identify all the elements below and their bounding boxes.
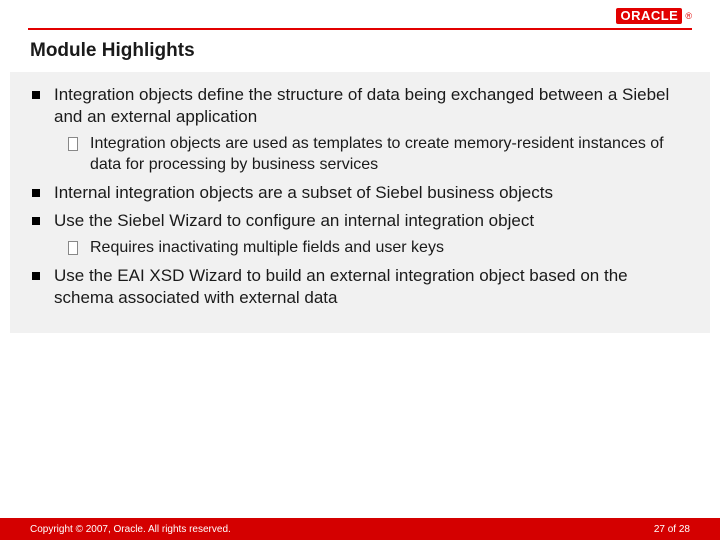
box-bullet-icon bbox=[68, 241, 78, 255]
oracle-logo: ORACLE ® bbox=[616, 8, 692, 24]
list-item-text: Internal integration objects are a subse… bbox=[54, 182, 688, 204]
list-item: Use the Siebel Wizard to configure an in… bbox=[32, 210, 688, 232]
list-item-text: Integration objects define the structure… bbox=[54, 84, 688, 128]
copyright-text: Copyright © 2007, Oracle. All rights res… bbox=[30, 524, 231, 535]
list-item: Integration objects define the structure… bbox=[32, 84, 688, 128]
list-item: Integration objects are used as template… bbox=[68, 134, 688, 176]
header-divider bbox=[28, 28, 692, 30]
list-item-text: Requires inactivating multiple fields an… bbox=[90, 238, 688, 259]
footer: Copyright © 2007, Oracle. All rights res… bbox=[0, 518, 720, 540]
list-item-text: Integration objects are used as template… bbox=[90, 134, 688, 176]
box-bullet-icon bbox=[68, 137, 78, 151]
list-item-text: Use the Siebel Wizard to configure an in… bbox=[54, 210, 688, 232]
header: ORACLE ® bbox=[0, 0, 720, 28]
square-bullet-icon bbox=[32, 272, 40, 280]
list-item-text: Use the EAI XSD Wizard to build an exter… bbox=[54, 265, 688, 309]
content-panel: Integration objects define the structure… bbox=[10, 72, 710, 333]
page-title: Module Highlights bbox=[0, 36, 720, 72]
logo-text: ORACLE bbox=[616, 8, 682, 24]
list-item: Requires inactivating multiple fields an… bbox=[68, 238, 688, 259]
square-bullet-icon bbox=[32, 189, 40, 197]
square-bullet-icon bbox=[32, 217, 40, 225]
square-bullet-icon bbox=[32, 91, 40, 99]
registered-icon: ® bbox=[685, 11, 692, 21]
list-item: Use the EAI XSD Wizard to build an exter… bbox=[32, 265, 688, 309]
page-number: 27 of 28 bbox=[654, 524, 690, 535]
list-item: Internal integration objects are a subse… bbox=[32, 182, 688, 204]
